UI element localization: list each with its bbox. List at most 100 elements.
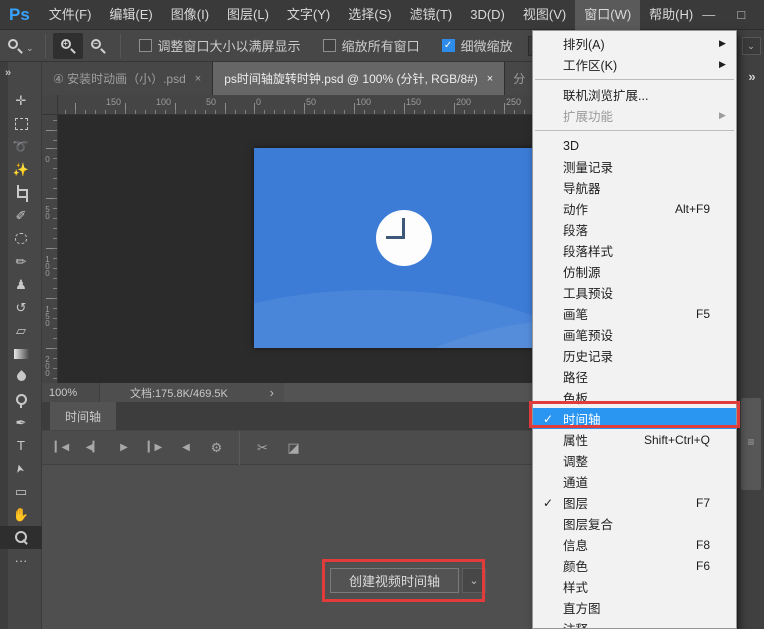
menubar-item[interactable]: 图层(L): [218, 0, 278, 30]
move-tool[interactable]: ✛: [0, 89, 42, 112]
menubar-item[interactable]: 图像(I): [162, 0, 218, 30]
clone-stamp-tool[interactable]: ♟: [0, 273, 42, 296]
dodge-tool[interactable]: [0, 388, 42, 411]
marquee-tool[interactable]: [0, 112, 42, 135]
checkbox-label: 细微缩放: [461, 36, 513, 55]
first-frame-button[interactable]: ▎◀: [46, 442, 77, 453]
status-zoom-level[interactable]: 100%: [42, 383, 100, 402]
menubar-item[interactable]: 选择(S): [339, 0, 400, 30]
eyedropper-tool[interactable]: ✐: [0, 204, 42, 227]
menubar-item[interactable]: 视图(V): [514, 0, 575, 30]
quick-selection-tool[interactable]: ✨: [0, 158, 42, 181]
document-tab[interactable]: ps时间轴旋转时钟.psd @ 100% (分针, RGB/8#) ×: [213, 62, 505, 95]
document-tab[interactable]: 分: [505, 62, 535, 95]
gradient-tool[interactable]: [0, 342, 42, 365]
window-menu-item[interactable]: 仿制源: [533, 261, 736, 282]
menubar-item[interactable]: 3D(D): [461, 0, 514, 30]
document-size-info[interactable]: 文档:175.8K/469.5K ›: [100, 383, 284, 402]
window-menu-item[interactable]: 画笔预设: [533, 324, 736, 345]
menubar-item[interactable]: 编辑(E): [100, 0, 161, 30]
zoom-tool-icon[interactable]: [8, 39, 22, 53]
window-menu-item[interactable]: 通道: [533, 471, 736, 492]
window-menu-item[interactable]: 工具预设: [533, 282, 736, 303]
zoom-out-button[interactable]: −: [83, 33, 113, 59]
window-menu-item[interactable]: 历史记录: [533, 345, 736, 366]
ruler-label: 100: [43, 255, 52, 276]
close-tab-icon[interactable]: ×: [195, 73, 201, 85]
grip-icon: ≡: [741, 436, 761, 448]
window-menu-item[interactable]: 样式: [533, 576, 736, 597]
edit-toolbar[interactable]: ···: [0, 549, 42, 572]
hand-tool[interactable]: ✋: [0, 503, 42, 526]
window-menu-item[interactable]: 路径: [533, 366, 736, 387]
create-timeline-dropdown-button[interactable]: ⌄: [462, 568, 486, 593]
menubar-item[interactable]: 文件(F): [40, 0, 101, 30]
menubar-item[interactable]: 文字(Y): [278, 0, 339, 30]
minimize-button[interactable]: —: [702, 1, 715, 29]
window-menu-item[interactable]: 测量记录: [533, 156, 736, 177]
healing-brush-tool[interactable]: [0, 227, 42, 250]
window-menu-item[interactable]: 扩展功能 ▶: [533, 105, 736, 126]
menubar-item[interactable]: 滤镜(T): [401, 0, 462, 30]
document-tab[interactable]: ④ 安装时动画（小）.psd ×: [42, 62, 213, 95]
window-menu-item[interactable]: 段落: [533, 219, 736, 240]
window-menu-item[interactable]: 导航器: [533, 177, 736, 198]
previous-frame-button[interactable]: ◀▎: [77, 442, 108, 453]
crop-tool[interactable]: [0, 181, 42, 204]
window-menu-item[interactable]: 调整: [533, 450, 736, 471]
ruler-label: 150: [106, 97, 121, 107]
menubar-item[interactable]: 窗口(W): [575, 0, 640, 30]
window-menu-item[interactable]: 色板: [533, 387, 736, 408]
window-menu-item[interactable]: 信息 F8: [533, 534, 736, 555]
rectangle-tool[interactable]: ▭: [0, 480, 42, 503]
create-video-timeline-button[interactable]: 创建视频时间轴: [330, 568, 459, 593]
workspace-dropdown-icon[interactable]: ⌄: [742, 37, 761, 55]
photoshop-logo: Ps: [0, 5, 40, 25]
window-menu-item[interactable]: 联机浏览扩展...: [533, 84, 736, 105]
window-menu-item[interactable]: 动作 Alt+F9: [533, 198, 736, 219]
window-menu-item[interactable]: ✓ 图层 F7: [533, 492, 736, 513]
eraser-tool[interactable]: ▱: [0, 319, 42, 342]
ruler-label: 0: [43, 155, 52, 162]
window-menu-item[interactable]: 直方图: [533, 597, 736, 618]
maximize-button[interactable]: □: [737, 1, 745, 29]
lasso-tool[interactable]: ➰: [0, 135, 42, 158]
window-menu-item[interactable]: 工作区(K) ▶: [533, 54, 736, 75]
transition-button[interactable]: ◪: [278, 440, 309, 456]
path-selection-tool[interactable]: ➤: [0, 457, 42, 480]
history-brush-tool[interactable]: ↺: [0, 296, 42, 319]
brush-tool[interactable]: ✏: [0, 250, 42, 273]
blur-tool[interactable]: [0, 365, 42, 388]
tool-preset-chevron-icon[interactable]: ⌄: [26, 43, 34, 54]
window-menu-item[interactable]: 3D: [533, 135, 736, 156]
window-menu-item[interactable]: 颜色 F6: [533, 555, 736, 576]
next-frame-button[interactable]: ▎▶: [139, 442, 170, 453]
window-menu-item[interactable]: 属性 Shift+Ctrl+Q: [533, 429, 736, 450]
checkbox[interactable]: ✓: [442, 39, 455, 52]
type-tool[interactable]: T: [0, 434, 42, 457]
window-menu-item[interactable]: 排列(A) ▶: [533, 33, 736, 54]
status-expand-icon[interactable]: ›: [270, 385, 274, 400]
ruler-label: 100: [156, 97, 171, 107]
window-menu-item[interactable]: 注释: [533, 618, 736, 629]
play-button[interactable]: ▶: [108, 442, 139, 453]
expand-panels-icon[interactable]: »: [738, 69, 764, 84]
divider: [120, 34, 121, 58]
mute-audio-button[interactable]: ◀: [170, 442, 201, 453]
window-menu-item[interactable]: 图层复合: [533, 513, 736, 534]
window-menu-item[interactable]: 段落样式: [533, 240, 736, 261]
window-menu-item[interactable]: ✓ 时间轴: [533, 408, 736, 429]
checkbox[interactable]: ✓: [139, 39, 152, 52]
zoom-tool[interactable]: [0, 526, 42, 549]
menubar-item[interactable]: 帮助(H): [640, 0, 702, 30]
checkbox[interactable]: ✓: [323, 39, 336, 52]
close-tab-icon[interactable]: ×: [487, 73, 493, 85]
collapse-tools-icon[interactable]: »: [0, 62, 41, 89]
scrollbar-thumb[interactable]: ≡: [741, 398, 761, 490]
pen-tool[interactable]: ✒: [0, 411, 42, 434]
zoom-in-button[interactable]: +: [53, 33, 83, 59]
timeline-settings-button[interactable]: ⚙: [201, 440, 232, 456]
split-clip-button[interactable]: ✂: [247, 440, 278, 456]
timeline-tab[interactable]: 时间轴: [50, 402, 116, 430]
window-menu-item[interactable]: 画笔 F5: [533, 303, 736, 324]
